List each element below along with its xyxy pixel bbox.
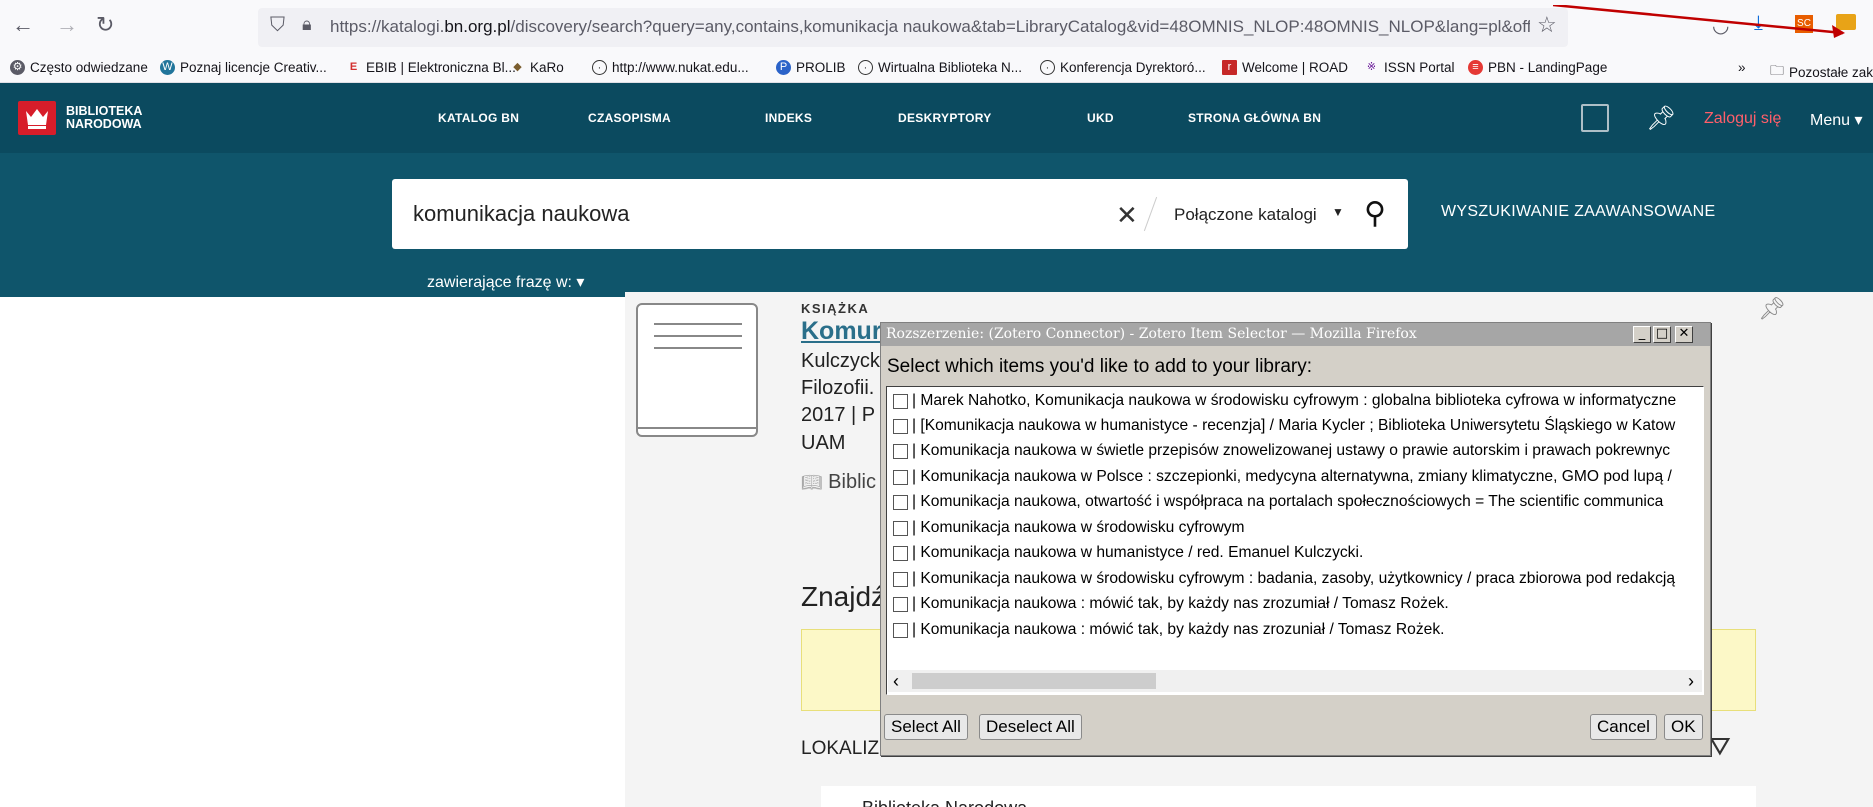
nav-strona-glowna[interactable]: STRONA GŁÓWNA BN <box>1188 111 1321 125</box>
login-link[interactable]: Zaloguj się <box>1704 110 1781 128</box>
location-name[interactable]: Biblioteka Narodowa <box>862 798 1027 807</box>
nav-indeks[interactable]: INDEKS <box>765 111 812 125</box>
bookmark-item[interactable]: ◆ KaRo <box>510 60 564 75</box>
dialog-titlebar[interactable]: Rozszerzenie: (Zotero Connector) - Zoter… <box>881 323 1710 346</box>
maximize-icon[interactable]: □ <box>1653 326 1671 343</box>
item-checkbox[interactable] <box>893 418 908 434</box>
menu-button[interactable]: Menu ▾ <box>1810 110 1863 130</box>
list-item[interactable]: | Komunikacja naukowa w humanistyce / re… <box>893 543 1703 563</box>
lock-icon[interactable]: 🔒︎ <box>302 14 312 35</box>
item-checkbox[interactable] <box>893 545 908 561</box>
site-logo-text[interactable]: BIBLIOTEKA NARODOWA <box>66 105 142 131</box>
bookmark-item[interactable]: · http://www.nukat.edu... <box>592 60 749 75</box>
url-text[interactable]: https://katalogi.bn.org.pl/discovery/sea… <box>330 17 1530 37</box>
forward-icon[interactable]: → <box>56 12 78 38</box>
bookmark-item[interactable]: · Wirtualna Biblioteka N... <box>858 60 1022 75</box>
other-bookmarks-folder[interactable]: 🗀︎ Pozostałe zakł <box>1770 60 1873 84</box>
search-facet-dropdown[interactable]: zawierające frazę w: ▾ <box>427 272 584 292</box>
bookmark-item[interactable]: ≡ PBN - LandingPage <box>1468 60 1607 75</box>
bookmarks-overflow-icon[interactable]: » <box>1738 60 1746 75</box>
bookmark-item[interactable]: W Poznaj licencje Creativ... <box>160 60 327 75</box>
deselect-all-button[interactable]: Deselect All <box>979 714 1082 740</box>
record-detail: 2017 | P <box>801 404 876 426</box>
scroll-left-icon[interactable]: ‹ <box>893 670 899 692</box>
record-title-link[interactable]: Komur <box>801 317 882 346</box>
filter-icon[interactable]: ⛛ <box>1709 731 1731 763</box>
list-item[interactable]: | Komunikacja naukowa : mówić tak, by ka… <box>893 620 1703 640</box>
list-item[interactable]: | Komunikacja naukowa w środowisku cyfro… <box>893 518 1703 538</box>
item-checkbox[interactable] <box>893 571 908 587</box>
cancel-button[interactable]: Cancel <box>1590 714 1657 740</box>
list-item[interactable]: | Komunikacja naukowa w Polsce : szczepi… <box>893 467 1703 487</box>
red-arrow-annotation <box>1553 5 1845 38</box>
chevron-down-icon[interactable]: ▼ <box>1332 205 1344 219</box>
item-checkbox[interactable] <box>893 494 908 510</box>
list-item[interactable]: | Komunikacja naukowa w środowisku cyfro… <box>893 569 1703 589</box>
items-list: | Marek Nahotko, Komunikacja naukowa w ś… <box>886 386 1704 695</box>
bookmark-item[interactable]: ⚙ Często odwiedzane <box>10 60 148 75</box>
dialog-prompt: Select which items you'd like to add to … <box>887 356 1312 377</box>
scrollbar-thumb[interactable] <box>912 673 1156 689</box>
search-input[interactable]: komunikacja naukowa <box>413 201 629 227</box>
search-scope-select[interactable]: Połączone katalogi <box>1174 205 1317 225</box>
back-icon[interactable]: ← <box>12 12 34 38</box>
pin-icon[interactable]: 📌︎ <box>1646 104 1676 133</box>
bookmark-item[interactable]: · Konferencja Dyrektoró... <box>1040 60 1206 75</box>
search-icon[interactable]: ⚲ <box>1364 196 1386 231</box>
item-checkbox[interactable] <box>893 469 908 485</box>
bookmark-item[interactable]: r Welcome | ROAD <box>1222 60 1348 75</box>
close-icon[interactable]: ✕ <box>1675 326 1693 343</box>
bookmark-item[interactable]: ※ ISSN Portal <box>1364 60 1455 75</box>
item-checkbox[interactable] <box>893 520 908 536</box>
logo-icon[interactable] <box>18 101 56 135</box>
clear-search-icon[interactable]: ✕ <box>1116 200 1138 231</box>
bookmark-item[interactable]: E EBIB | Elektroniczna Bl... <box>346 60 516 75</box>
nav-czasopisma[interactable]: CZASOPISMA <box>588 111 671 125</box>
dialog-title: Rozszerzenie: (Zotero Connector) - Zoter… <box>886 326 1417 342</box>
record-detail: UAM <box>801 432 846 454</box>
record-author: Kulczyck <box>801 350 880 372</box>
locations-heading: LOKALIZ <box>801 738 880 759</box>
reload-icon[interactable]: ↻ <box>96 12 114 38</box>
list-item[interactable]: | Komunikacja naukowa : mówić tak, by ka… <box>893 594 1703 614</box>
pin-icon[interactable]: 📌︎ <box>1758 296 1786 322</box>
item-checkbox[interactable] <box>893 596 908 612</box>
select-all-button[interactable]: Select All <box>884 714 968 740</box>
nav-deskryptory[interactable]: DESKRYPTORY <box>898 111 992 125</box>
record-detail: Filozofii. <box>801 377 875 399</box>
list-item[interactable]: | Komunikacja naukowa, otwartość i współ… <box>893 492 1703 512</box>
item-checkbox[interactable] <box>893 393 908 409</box>
availability-link[interactable]: 📖︎ Biblic <box>801 471 876 494</box>
nav-ukd[interactable]: UKD <box>1087 111 1114 125</box>
nav-katalog-bn[interactable]: KATALOG BN <box>438 111 519 125</box>
list-item[interactable]: | Komunikacja naukowa w świetle przepisó… <box>893 441 1703 461</box>
item-checkbox[interactable] <box>893 622 908 638</box>
qr-code-icon[interactable] <box>1581 104 1609 132</box>
list-item[interactable]: | Marek Nahotko, Komunikacja naukowa w ś… <box>893 391 1703 411</box>
list-item[interactable]: | [Komunikacja naukowa w humanistyce - r… <box>893 416 1703 436</box>
item-checkbox[interactable] <box>893 443 908 459</box>
advanced-search-link[interactable]: WYSZUKIWANIE ZAAWANSOWANE <box>1441 203 1715 221</box>
zotero-item-selector-dialog: Rozszerzenie: (Zotero Connector) - Zoter… <box>880 322 1711 756</box>
minimize-icon[interactable]: _ <box>1633 326 1651 343</box>
ok-button[interactable]: OK <box>1664 714 1703 740</box>
horizontal-scrollbar[interactable]: ‹ › <box>888 670 1702 692</box>
scroll-right-icon[interactable]: › <box>1688 670 1694 692</box>
bookmark-item[interactable]: P PROLIB <box>776 60 846 75</box>
record-type-label: KSIĄŻKA <box>801 301 870 316</box>
shield-icon[interactable]: ⛉ <box>270 14 285 37</box>
find-heading: Znajdź <box>801 581 886 612</box>
book-thumbnail-icon[interactable] <box>636 303 758 437</box>
